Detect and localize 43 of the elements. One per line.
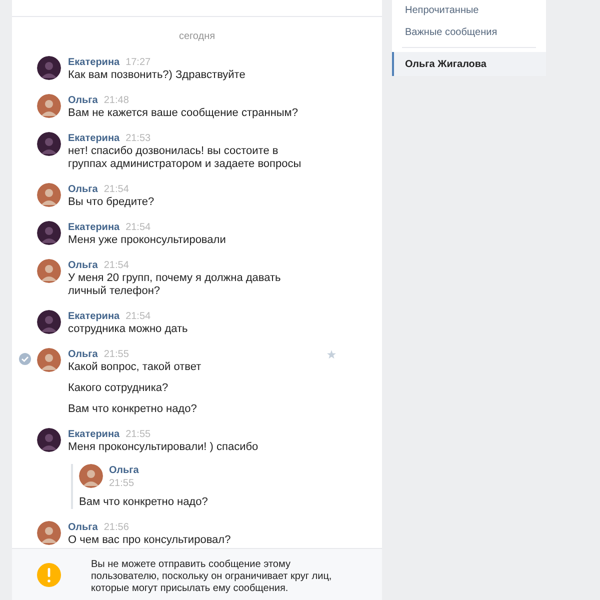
message-text: Вам не кажется ваше сообщение странным? bbox=[68, 107, 299, 120]
star-icon[interactable] bbox=[327, 350, 336, 359]
author-name[interactable]: Ольга bbox=[68, 94, 98, 107]
author-name[interactable]: Екатерина bbox=[68, 56, 120, 69]
message-time: 21:54 bbox=[104, 259, 129, 272]
warning-icon bbox=[37, 563, 61, 587]
message-text: нет! спасибо дозвонилась! вы состоите в группах администратором и задаете вопросы bbox=[68, 145, 302, 171]
check-icon[interactable] bbox=[19, 353, 31, 365]
message-text: Меня уже проконсультировали bbox=[68, 234, 227, 247]
author-name[interactable]: Ольга bbox=[68, 521, 98, 534]
message-time: 17:27 bbox=[126, 56, 151, 69]
message-time: 21:53 bbox=[126, 132, 151, 145]
message-text: Вам что конкретно надо? bbox=[79, 496, 209, 509]
author-name[interactable]: Екатерина bbox=[68, 310, 120, 323]
message-text: Какого сотрудника? bbox=[68, 382, 170, 395]
notice-text: Вы не можете отправить сообщение этому пользователю, поскольку он ограничивает круг лиц, которые могут присылать ему сообщения. bbox=[91, 559, 333, 595]
message-time: 21:55 bbox=[126, 428, 151, 441]
author-name[interactable]: Екатерина bbox=[68, 428, 120, 441]
message-time: 21:54 bbox=[126, 310, 151, 323]
message-time: 21:54 bbox=[104, 183, 129, 196]
message-text: Как вам позвонить?) Здравствуйте bbox=[68, 69, 246, 82]
message-text: сотрудника можно дать bbox=[68, 323, 189, 336]
message-time: 21:56 bbox=[104, 521, 129, 534]
message-text: Вам что конкретно надо? bbox=[68, 403, 198, 416]
message-text: Вы что бредите? bbox=[68, 196, 156, 209]
message-time: 21:48 bbox=[104, 94, 129, 107]
author-name[interactable]: Екатерина bbox=[68, 221, 120, 234]
message-text: Какой вопрос, такой ответ bbox=[68, 361, 202, 374]
sidebar-item[interactable]: Непрочитанные bbox=[392, 0, 546, 21]
author-name[interactable]: Ольга bbox=[68, 348, 98, 361]
author-name[interactable]: Ольга bbox=[68, 259, 98, 272]
message-text: Меня проконсультировали! ) спасибо bbox=[68, 441, 260, 454]
message-text: У меня 20 групп, почему я должна давать личный телефон? bbox=[68, 272, 282, 298]
message-time: 21:55 bbox=[104, 348, 129, 361]
dialog-item[interactable]: Ольга Жигалова bbox=[392, 52, 546, 76]
message-time: 21:55 bbox=[109, 477, 136, 490]
message-time: 21:54 bbox=[126, 221, 151, 234]
sidebar-item[interactable]: Важные сообщения bbox=[392, 21, 546, 43]
date-divider: сегодня bbox=[178, 30, 216, 44]
author-name[interactable]: Ольга bbox=[68, 183, 98, 196]
author-name[interactable]: Екатерина bbox=[68, 132, 120, 145]
message-text: О чем вас про консультировал? bbox=[68, 534, 232, 547]
author-name[interactable]: Ольга bbox=[109, 464, 139, 477]
